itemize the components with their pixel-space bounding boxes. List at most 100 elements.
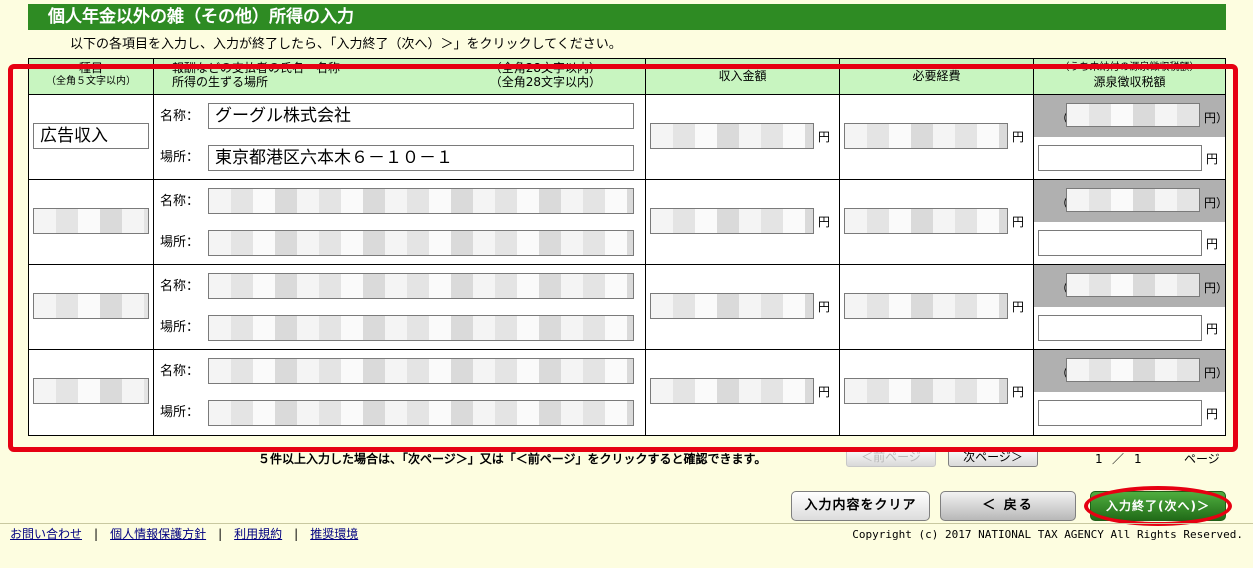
- header-payer: 報酬などの支払者の氏名・名称: [172, 61, 341, 75]
- type-cell: 広告収入: [29, 95, 154, 179]
- pager-note: ５件以上入力した場合は、「次ページ＞」又は「＜前ページ」をクリックすると確認でき…: [258, 452, 767, 466]
- yen-unit: 円: [818, 300, 831, 314]
- unpaid-tax-input[interactable]: [1066, 358, 1200, 382]
- footer-link-privacy[interactable]: 個人情報保護方針: [110, 527, 206, 541]
- income-place-input[interactable]: [208, 230, 634, 256]
- unpaid-tax-area: （ 円）: [1034, 180, 1228, 222]
- unpaid-tax-area: （ 円）: [1034, 95, 1228, 137]
- type-input[interactable]: [33, 378, 149, 404]
- prev-page-button[interactable]: ＜前ページ: [846, 447, 936, 467]
- yen-unit: 円: [1206, 152, 1219, 166]
- income-amount-input[interactable]: [650, 378, 814, 404]
- income-cell: 円: [646, 265, 840, 349]
- header-payer-place: 報酬などの支払者の氏名・名称 所得の生ずる場所 （全角28文字以内） （全角28…: [154, 59, 646, 95]
- footer-link-environment[interactable]: 推奨環境: [310, 527, 358, 541]
- place-label: 場所：: [160, 320, 200, 335]
- yen-unit: 円: [818, 130, 831, 144]
- payer-name-input[interactable]: [208, 188, 634, 214]
- name-label: 名称：: [160, 194, 200, 209]
- income-row: 名称： 場所： 円 円 （ 円） 円: [29, 265, 1229, 350]
- current-page: 1: [1095, 452, 1103, 466]
- footer-sep: |: [218, 527, 223, 541]
- yen-unit: 円: [1012, 215, 1025, 229]
- withholding-tax-input[interactable]: [1038, 145, 1202, 171]
- payer-cell: 名称： 場所：: [154, 180, 646, 264]
- income-amount-input[interactable]: [650, 208, 814, 234]
- yen-unit: 円: [1206, 407, 1219, 421]
- type-cell: [29, 350, 154, 435]
- expense-amount-input[interactable]: [844, 378, 1008, 404]
- income-place-input[interactable]: 東京都港区六本木６－１０－１: [208, 145, 634, 171]
- payer-name-input[interactable]: [208, 273, 634, 299]
- copyright: Copyright (c) 2017 NATIONAL TAX AGENCY A…: [852, 528, 1243, 541]
- header-income: 収入金額: [646, 59, 840, 95]
- header-type: 種目 （全角５文字以内）: [29, 59, 154, 95]
- page-word: ページ: [1184, 452, 1220, 466]
- paren-close: 円）: [1204, 366, 1229, 380]
- footer-links: お問い合わせ | 個人情報保護方針 | 利用規約 | 推奨環境: [10, 527, 358, 541]
- income-place-input[interactable]: [208, 315, 634, 341]
- header-place-note: （全角28文字以内）: [489, 75, 601, 89]
- expense-amount-input[interactable]: [844, 208, 1008, 234]
- yen-unit: 円: [818, 385, 831, 399]
- yen-unit: 円: [1012, 300, 1025, 314]
- back-button[interactable]: ＜ 戻る: [940, 491, 1076, 521]
- income-amount-input[interactable]: [650, 123, 814, 149]
- page-slash: ／: [1112, 452, 1125, 466]
- yen-unit: 円: [1012, 385, 1025, 399]
- header-place: 所得の生ずる場所: [172, 75, 269, 89]
- expense-amount-input[interactable]: [844, 123, 1008, 149]
- footer-sep: |: [94, 527, 99, 541]
- yen-unit: 円: [818, 215, 831, 229]
- expense-cell: 円: [840, 350, 1034, 435]
- income-cell: 円: [646, 180, 840, 264]
- name-label: 名称：: [160, 109, 200, 124]
- tax-cell: （ 円） 円: [1034, 180, 1228, 264]
- expense-cell: 円: [840, 180, 1034, 264]
- income-entry-table: 種目 （全角５文字以内） 報酬などの支払者の氏名・名称 所得の生ずる場所 （全角…: [28, 58, 1229, 436]
- expense-cell: 円: [840, 265, 1034, 349]
- tax-cell: （ 円） 円: [1034, 265, 1229, 349]
- footer-link-contact[interactable]: お問い合わせ: [10, 527, 82, 541]
- type-input[interactable]: [33, 208, 149, 234]
- type-input[interactable]: [33, 293, 149, 319]
- expense-amount-input[interactable]: [844, 293, 1008, 319]
- total-pages: 1: [1134, 452, 1142, 466]
- income-amount-input[interactable]: [650, 293, 814, 319]
- unpaid-tax-input[interactable]: [1066, 188, 1200, 212]
- name-label: 名称：: [160, 279, 200, 294]
- payer-cell: 名称： 場所：: [154, 350, 646, 435]
- name-label: 名称：: [160, 364, 200, 379]
- payer-name-input[interactable]: [208, 358, 634, 384]
- yen-unit: 円: [1206, 237, 1219, 251]
- payer-name-input[interactable]: グーグル株式会社: [208, 103, 634, 129]
- paren-close: 円）: [1204, 281, 1229, 295]
- income-row: 広告収入 名称： グーグル株式会社 場所： 東京都港区六本木６－１０－１ 円 円…: [29, 95, 1228, 180]
- finish-next-button[interactable]: 入力終了(次へ)＞: [1090, 491, 1226, 521]
- withholding-tax-input[interactable]: [1038, 315, 1202, 341]
- page-title: 個人年金以外の雑（その他）所得の入力: [28, 4, 1226, 30]
- expense-cell: 円: [840, 95, 1034, 179]
- income-row: 名称： 場所： 円 円 （ 円） 円: [29, 350, 1229, 435]
- place-label: 場所：: [160, 235, 200, 250]
- place-label: 場所：: [160, 405, 200, 420]
- yen-unit: 円: [1206, 322, 1219, 336]
- unpaid-tax-input[interactable]: [1066, 273, 1200, 297]
- payer-cell: 名称： 場所：: [154, 265, 646, 349]
- next-page-button[interactable]: 次ページ＞: [948, 447, 1038, 467]
- footer-sep: |: [294, 527, 299, 541]
- withholding-tax-input[interactable]: [1038, 400, 1202, 426]
- tax-cell: （ 円） 円: [1034, 95, 1228, 179]
- yen-unit: 円: [1012, 130, 1025, 144]
- payer-cell: 名称： グーグル株式会社 場所： 東京都港区六本木６－１０－１: [154, 95, 646, 179]
- unpaid-tax-input[interactable]: [1066, 103, 1200, 127]
- unpaid-tax-area: （ 円）: [1034, 350, 1229, 392]
- clear-input-button[interactable]: 入力内容をクリア: [791, 491, 930, 521]
- withholding-tax-input[interactable]: [1038, 230, 1202, 256]
- footer-divider: [0, 523, 1253, 524]
- header-payer-note: （全角28文字以内）: [489, 61, 601, 75]
- income-place-input[interactable]: [208, 400, 634, 426]
- header-expense: 必要経費: [840, 59, 1034, 95]
- footer-link-terms[interactable]: 利用規約: [234, 527, 282, 541]
- type-input[interactable]: 広告収入: [33, 123, 149, 149]
